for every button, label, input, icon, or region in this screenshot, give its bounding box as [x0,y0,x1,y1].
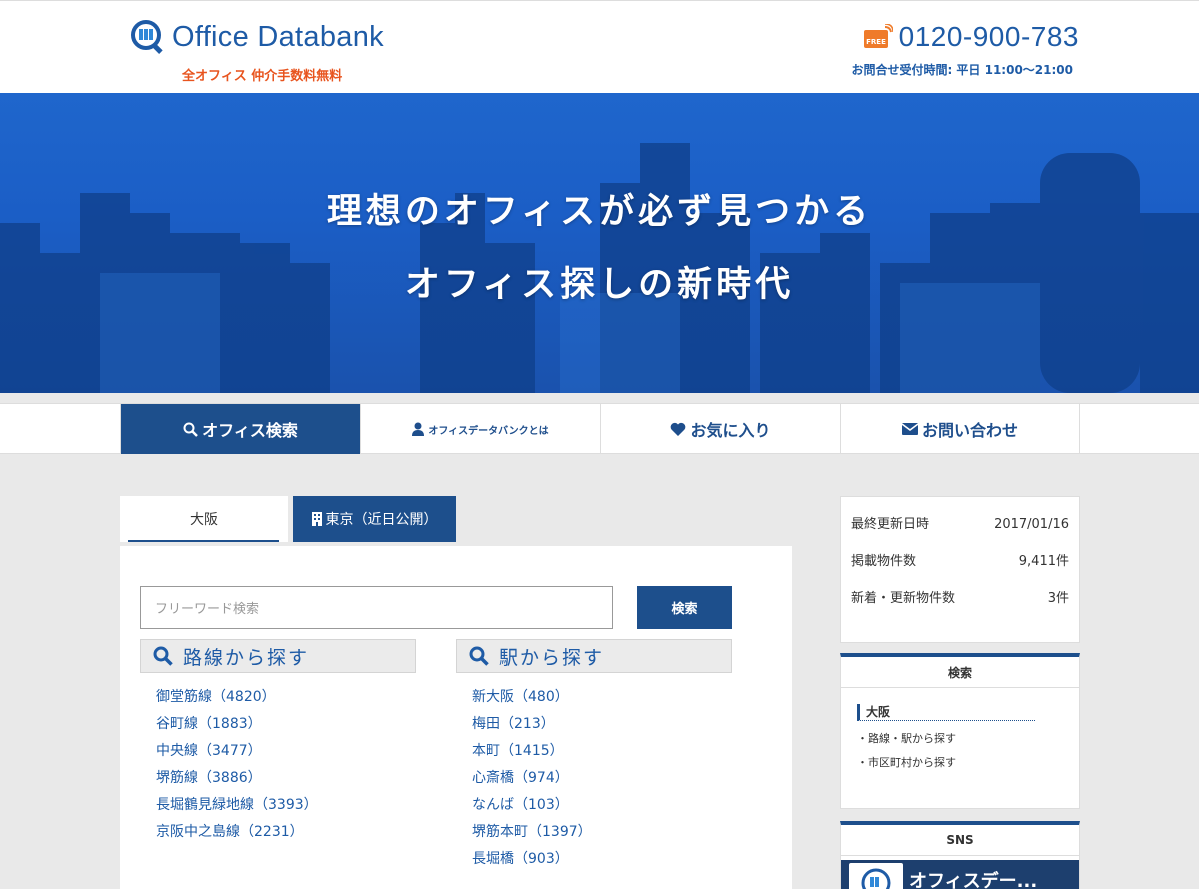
nav-office-search[interactable]: オフィス検索 [120,404,360,454]
section-title: 路線から探す [183,646,310,669]
site-logo[interactable]: Office Databank [130,19,384,55]
station-link[interactable]: なんば（103） [472,792,592,819]
nav-label: お気に入り [690,421,771,440]
nav-label: お問い合わせ [921,421,1018,440]
hero-headline-2: オフィス探しの新時代 [404,265,795,305]
search-input[interactable]: フリーワード検索 [140,586,613,629]
stat-label: 新着・更新物件数 [851,591,956,606]
sns-logo-icon [849,863,903,889]
stat-value: 9,411件 [1018,554,1069,569]
stat-value: 3件 [1047,591,1069,606]
search-icon [183,422,199,437]
sidebar-link-line-station[interactable]: ・路線・駅から探す [857,727,1079,751]
contact-hours: お問合せ受付時間: 平日 11:00〜21:00 [851,63,1073,77]
sidebar-region-heading: 大阪 [857,704,1035,721]
sidebar-search-box: 検索 大阪 ・路線・駅から探す ・市区町村から探す [840,653,1080,809]
hero-headline-1: 理想のオフィスが必ず見つかる [326,192,873,232]
nav-favorites[interactable]: お気に入り [600,404,840,454]
tab-label: 東京（近日公開） [325,512,438,528]
line-link[interactable]: 谷町線（1883） [156,711,318,738]
free-label: FREE [866,38,886,46]
heart-icon [670,422,686,436]
building-icon [311,512,322,526]
sns-banner-text: オフィスデー... [909,871,1038,889]
logo-text: Office Databank [172,20,384,53]
stats-box: 最終更新日時 2017/01/16 掲載物件数 9,411件 新着・更新物件数 … [840,496,1080,643]
sidebar-link-municipality[interactable]: ・市区町村から探す [857,751,1079,775]
hero-banner: 理想のオフィスが必ず見つかる オフィス探しの新時代 [0,93,1199,393]
tab-osaka[interactable]: 大阪 [120,496,288,542]
tab-tokyo[interactable]: 東京（近日公開） [293,496,456,542]
stations-section-heading: 駅から探す [456,639,732,673]
phone-contact[interactable]: FREE 0120-900-783 [863,21,1079,53]
active-tab-indicator [128,540,279,542]
search-placeholder: フリーワード検索 [155,602,260,617]
station-link[interactable]: 本町（1415） [472,738,592,765]
line-link[interactable]: 中央線（3477） [156,738,318,765]
search-icon [153,646,173,666]
main-nav: オフィス検索 オフィスデータバンクとは お気に入り お問い合わせ [0,403,1199,454]
phone-number[interactable]: 0120-900-783 [899,21,1079,53]
sidebar-sns-title: SNS [841,825,1079,856]
line-link[interactable]: 堺筋線（3886） [156,765,318,792]
mail-icon [901,423,918,435]
nav-contact[interactable]: お問い合わせ [840,404,1080,454]
lines-list: 御堂筋線（4820） 谷町線（1883） 中央線（3477） 堺筋線（3886）… [156,684,318,846]
nav-about[interactable]: オフィスデータバンクとは [360,404,600,454]
stat-label: 掲載物件数 [851,554,917,569]
sidebar-search-title: 検索 [841,657,1079,688]
stat-row: 新着・更新物件数 3件 [851,585,1069,622]
stat-value: 2017/01/16 [994,517,1069,532]
station-link[interactable]: 梅田（213） [472,711,592,738]
station-link[interactable]: 長堀橋（903） [472,846,592,873]
section-title: 駅から探す [499,646,605,669]
nav-label: オフィス検索 [202,421,298,440]
stat-label: 最終更新日時 [851,517,930,532]
search-button[interactable]: 検索 [637,586,732,629]
sns-page-banner[interactable]: オフィスデー... [841,860,1079,889]
station-link[interactable]: 堺筋本町（1397） [472,819,592,846]
tab-label: 大阪 [190,512,218,528]
stat-row: 最終更新日時 2017/01/16 [851,511,1069,548]
station-link[interactable]: 新大阪（480） [472,684,592,711]
user-icon [412,422,425,436]
search-icon [469,646,489,666]
line-link[interactable]: 御堂筋線（4820） [156,684,318,711]
nav-label: オフィスデータバンクとは [428,425,549,437]
station-link[interactable]: 心斎橋（974） [472,765,592,792]
stat-row: 掲載物件数 9,411件 [851,548,1069,585]
logo-magnifier-icon [130,19,166,55]
lines-section-heading: 路線から探す [140,639,416,673]
sidebar-sns-box: SNS オフィスデー... [840,821,1080,889]
stations-list: 新大阪（480） 梅田（213） 本町（1415） 心斎橋（974） なんば（1… [472,684,592,873]
city-skyline-image [0,143,1199,393]
site-header: Office Databank 全オフィス 仲介手数料無料 FREE 0120-… [0,0,1199,93]
line-link[interactable]: 長堀鶴見緑地線（3393） [156,792,318,819]
free-dial-icon: FREE [863,23,894,50]
tagline: 全オフィス 仲介手数料無料 [182,69,343,84]
line-link[interactable]: 京阪中之島線（2231） [156,819,318,846]
